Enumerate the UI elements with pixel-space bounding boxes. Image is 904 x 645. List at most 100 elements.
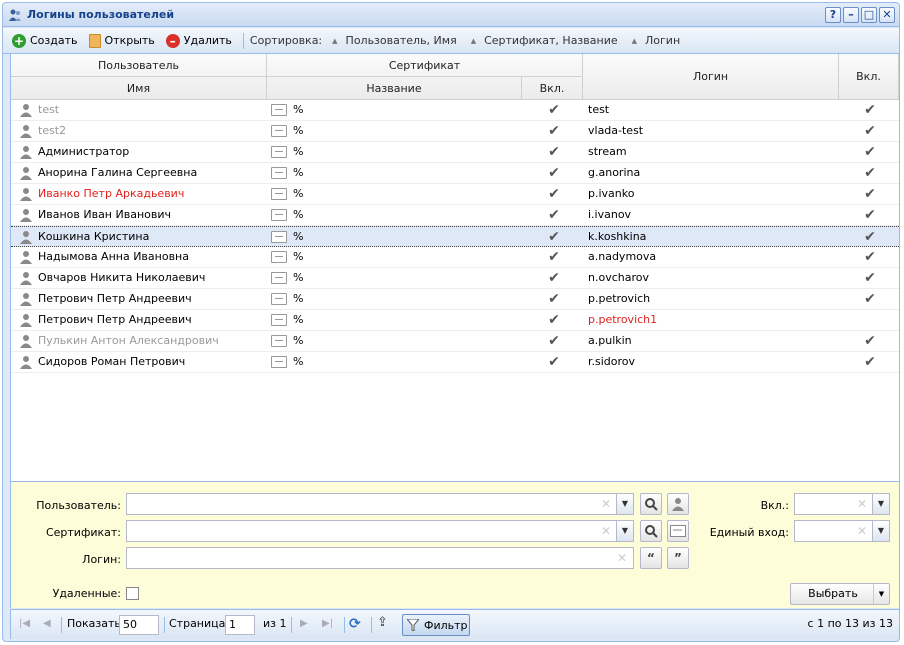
cert-search-button[interactable] (640, 520, 662, 542)
help-button[interactable]: ? (825, 7, 841, 23)
header-user-group: Пользователь (11, 54, 267, 77)
login-cell: stream (588, 145, 627, 158)
first-page-icon[interactable]: |◀ (19, 618, 30, 629)
sort-item-label: Сертификат, Название (484, 34, 618, 47)
table-row[interactable]: test2% ✔ vlada-test ✔ (11, 121, 899, 142)
user-cell: Петрович Петр Андреевич (19, 289, 269, 309)
table-row[interactable]: Анорина Галина Сергеевна% ✔ g.anorina ✔ (11, 163, 899, 184)
enabled-filter-combo[interactable]: ✕ ▼ (794, 493, 890, 515)
open-button[interactable]: Открыть (85, 30, 159, 52)
table-row[interactable]: Надымова Анна Ивановна% ✔ a.nadymova ✔ (11, 247, 899, 268)
document-icon (88, 33, 101, 48)
user-icon (20, 356, 32, 369)
table-row[interactable]: Овчаров Никита Николаевич% ✔ n.ovcharov ✔ (11, 268, 899, 289)
user-cell: Сидоров Роман Петрович (19, 352, 269, 372)
table-row[interactable]: Кошкина Кристина% ✔ k.koshkina ✔ (11, 226, 899, 247)
header-cert-enabled[interactable]: Вкл. (522, 77, 583, 100)
table-row[interactable]: Сидоров Роман Петрович% ✔ r.sidorov ✔ (11, 352, 899, 373)
user-pick-button[interactable] (667, 493, 689, 515)
table-row[interactable]: Администратор% ✔ stream ✔ (11, 142, 899, 163)
login-enabled-check: ✔ (864, 165, 876, 181)
user-cell: Овчаров Никита Николаевич (19, 268, 269, 288)
user-filter-label: Пользователь: (36, 499, 121, 512)
login-enabled-check: ✔ (864, 354, 876, 370)
certificate-icon (271, 231, 287, 243)
user-icon (20, 231, 32, 244)
login-filter-input[interactable]: ✕ (126, 547, 634, 569)
next-page-icon[interactable]: ▶ (300, 618, 308, 629)
sort-cert-name[interactable]: ▲ Сертификат, Название (471, 34, 618, 47)
user-icon (20, 251, 32, 264)
clear-icon[interactable]: ✕ (857, 497, 867, 511)
clear-icon[interactable]: ✕ (857, 524, 867, 538)
refresh-icon[interactable]: ⟳ (349, 616, 361, 632)
chevron-down-icon[interactable]: ▼ (873, 584, 889, 604)
cert-enabled-check: ✔ (548, 354, 560, 370)
user-filter-combo[interactable]: ✕ ▼ (126, 493, 634, 515)
export-icon[interactable]: ⇪ (377, 615, 388, 630)
delete-label: Удалить (183, 34, 232, 47)
sort-user-name[interactable]: ▲ Пользователь, Имя (332, 34, 457, 47)
clear-icon[interactable]: ✕ (601, 497, 611, 511)
chevron-down-icon[interactable]: ▼ (616, 494, 633, 514)
delete-button[interactable]: – Удалить (162, 30, 236, 52)
user-cell: Иванко Петр Аркадьевич (19, 184, 269, 204)
prev-page-icon[interactable]: ◀ (43, 618, 51, 629)
close-button[interactable]: ✕ (879, 7, 895, 23)
header-login[interactable]: Логин (583, 54, 839, 100)
user-icon (672, 498, 684, 511)
user-search-button[interactable] (640, 493, 662, 515)
cert-name: % (293, 271, 304, 284)
header-cert-group: Сертификат (267, 54, 583, 77)
page-size-label: Показать (67, 617, 121, 630)
table-row[interactable]: Петрович Петр Андреевич% ✔ p.petrovich1 (11, 310, 899, 331)
table-row[interactable]: Иванко Петр Аркадьевич% ✔ p.ivanko ✔ (11, 184, 899, 205)
user-name: Кошкина Кристина (38, 230, 150, 243)
header-user-name[interactable]: Имя (11, 77, 267, 100)
deleted-checkbox[interactable] (126, 587, 139, 600)
chevron-down-icon[interactable]: ▼ (616, 521, 633, 541)
maximize-button[interactable]: □ (861, 7, 877, 23)
certificate-icon (271, 293, 287, 305)
open-quote-button[interactable]: “ (640, 547, 662, 569)
create-label: Создать (30, 34, 78, 47)
cert-enabled-check: ✔ (548, 249, 560, 265)
page-size-input[interactable]: 50 (119, 615, 159, 635)
certificate-icon (271, 251, 287, 263)
create-button[interactable]: + Создать (8, 30, 82, 52)
login-cell: i.ivanov (588, 208, 632, 221)
clear-icon[interactable]: ✕ (617, 551, 627, 565)
table-row[interactable]: Пулькин Антон Александрович% ✔ a.pulkin ✔ (11, 331, 899, 352)
chevron-down-icon[interactable]: ▼ (872, 494, 889, 514)
page-input[interactable]: 1 (225, 615, 255, 635)
logins-grid: Пользователь Имя Сертификат Название Вкл… (10, 54, 899, 481)
cert-enabled-check: ✔ (548, 102, 560, 118)
select-button[interactable]: Выбрать ▼ (790, 583, 890, 605)
login-enabled-check: ✔ (864, 123, 876, 139)
last-page-icon[interactable]: ▶| (322, 618, 333, 629)
user-cell: Администратор (19, 142, 269, 162)
header-enabled[interactable]: Вкл. (839, 54, 899, 100)
close-quote-button[interactable]: ” (667, 547, 689, 569)
user-name: Сидоров Роман Петрович (38, 355, 186, 368)
table-row[interactable]: test% ✔ test ✔ (11, 100, 899, 121)
filter-button-label: Фильтр (424, 618, 468, 632)
cert-pick-button[interactable] (667, 520, 689, 542)
chevron-down-icon[interactable]: ▼ (872, 521, 889, 541)
table-row[interactable]: Иванов Иван Иванович% ✔ i.ivanov ✔ (11, 205, 899, 226)
sort-login[interactable]: ▲ Логин (632, 34, 681, 47)
header-cert-name[interactable]: Название (267, 77, 522, 100)
cert-cell: % (271, 331, 521, 351)
user-name: Петрович Петр Андреевич (38, 292, 192, 305)
cert-enabled-check: ✔ (548, 333, 560, 349)
sso-filter-combo[interactable]: ✕ ▼ (794, 520, 890, 542)
paging-toolbar: |◀ ◀ Показать 50 Страница 1 из 1 ▶ ▶| ⟳ … (10, 609, 899, 639)
pager-separator (291, 617, 292, 633)
minimize-button[interactable]: – (843, 7, 859, 23)
cert-name: % (293, 334, 304, 347)
filter-toggle-button[interactable]: Фильтр (402, 614, 470, 636)
clear-icon[interactable]: ✕ (601, 524, 611, 538)
search-icon (645, 498, 658, 511)
table-row[interactable]: Петрович Петр Андреевич% ✔ p.petrovich ✔ (11, 289, 899, 310)
cert-filter-combo[interactable]: ✕ ▼ (126, 520, 634, 542)
